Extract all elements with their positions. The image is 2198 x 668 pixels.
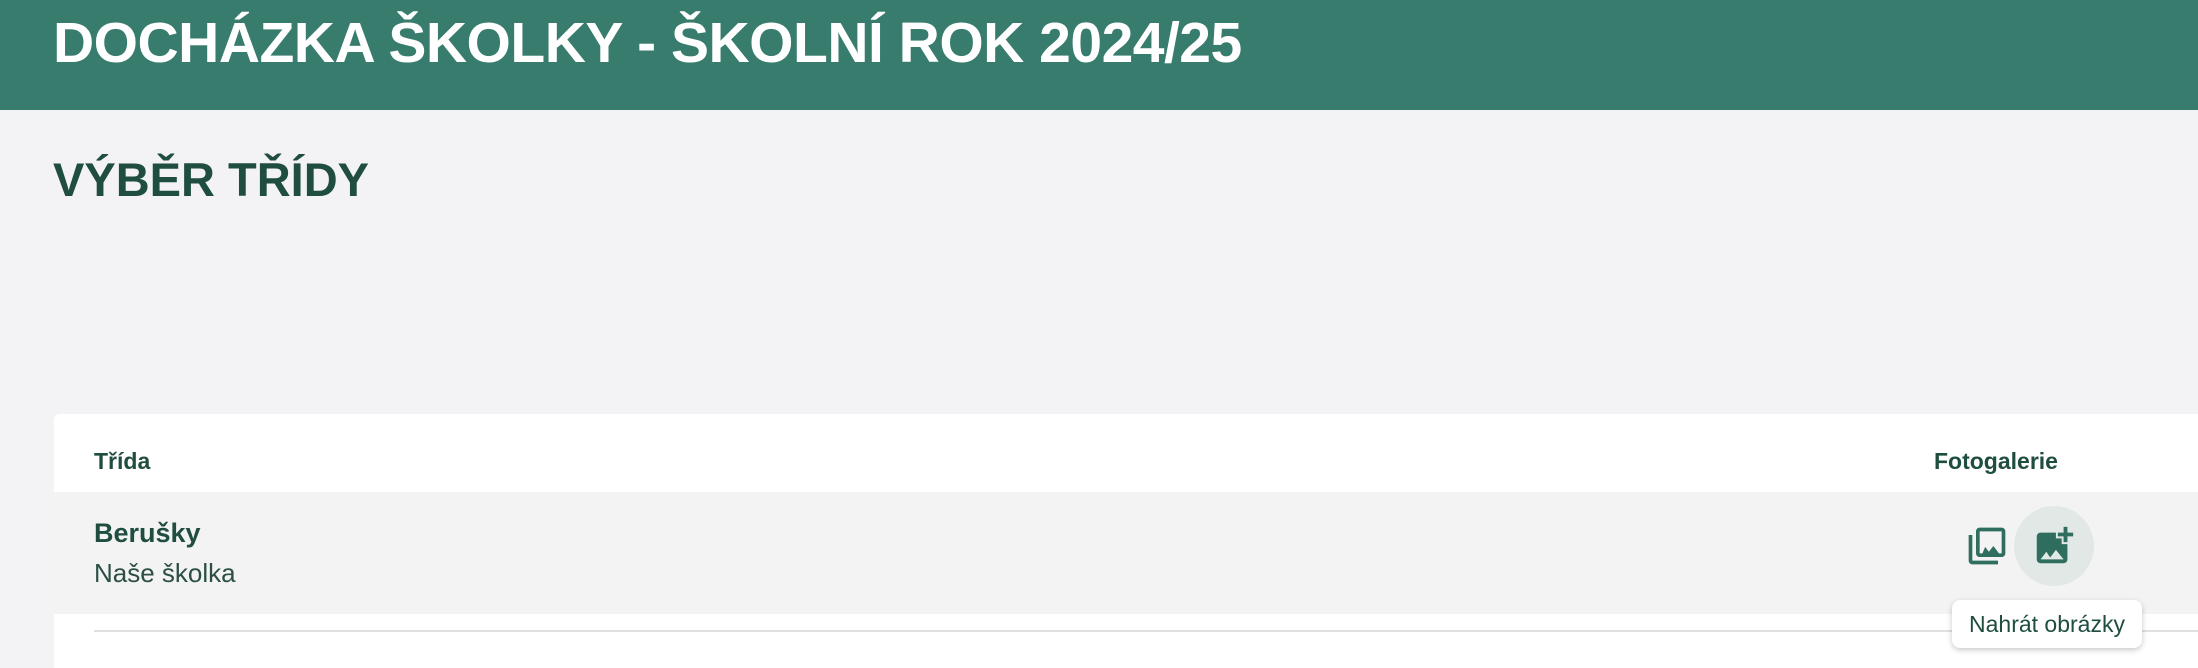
upload-images-button[interactable] bbox=[2014, 506, 2094, 586]
add-photo-icon bbox=[2036, 526, 2074, 564]
photo-library-icon bbox=[1968, 527, 2006, 565]
class-name: Berušky bbox=[94, 518, 201, 548]
app-title: DOCHÁZKA ŠKOLKY - ŠKOLNÍ ROK 2024/25 bbox=[53, 11, 1242, 75]
upload-tooltip: Nahrát obrázky bbox=[1952, 600, 2142, 648]
column-header-gallery: Fotogalerie bbox=[1934, 448, 2058, 474]
classes-table: Třída Fotogalerie Berušky Naše školka bbox=[54, 414, 2198, 668]
table-row[interactable]: Berušky Naše školka bbox=[54, 492, 2198, 614]
app-header: DOCHÁZKA ŠKOLKY - ŠKOLNÍ ROK 2024/25 bbox=[0, 0, 2198, 110]
page-title: VÝBĚR TŘÍDY bbox=[53, 153, 369, 206]
column-header-class: Třída bbox=[94, 448, 151, 474]
row-divider bbox=[94, 630, 2198, 632]
school-name: Naše školka bbox=[94, 558, 236, 588]
table-header: Třída Fotogalerie bbox=[54, 414, 2198, 492]
